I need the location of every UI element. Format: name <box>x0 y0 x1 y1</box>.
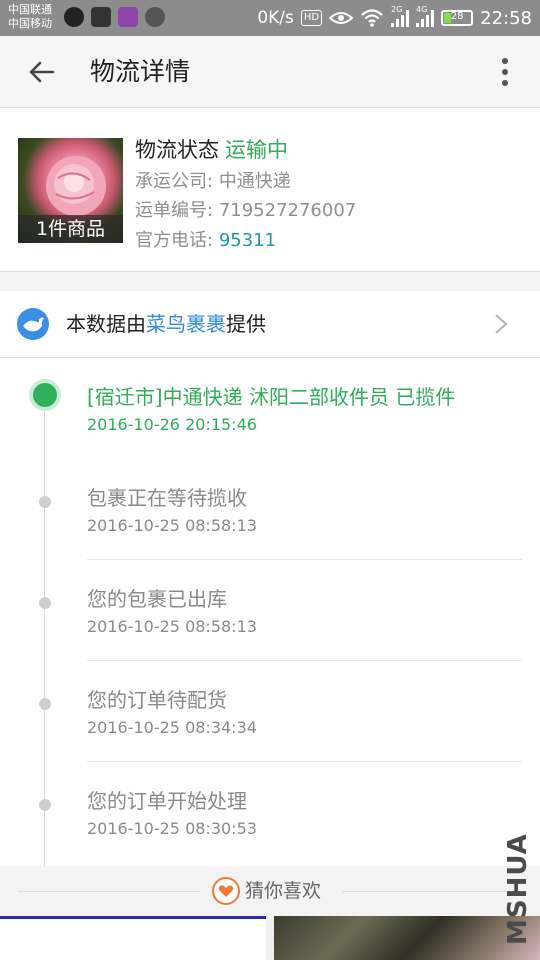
divider-line <box>342 891 522 892</box>
clock: 22:58 <box>480 7 532 29</box>
qq-notification-icon <box>64 7 84 27</box>
timeline-event: [宿迁市]中通快递 沭阳二部收件员 已揽件 2016-10-26 20:15:4… <box>0 358 540 459</box>
event-time: 2016-10-25 08:58:13 <box>87 617 257 636</box>
timeline-dot <box>39 496 51 508</box>
event-description: 您的订单待配货 <box>87 688 227 712</box>
tracking-timeline: [宿迁市]中通快递 沭阳二部收件员 已揽件 2016-10-26 20:15:4… <box>0 358 540 866</box>
data-source-text: 本数据由菜鸟裹裹提供 <box>66 310 266 338</box>
source-prefix: 本数据由 <box>66 312 146 336</box>
source-suffix: 提供 <box>226 312 266 336</box>
event-time: 2016-10-25 08:58:13 <box>87 516 257 535</box>
signal-2g-icon: 2G <box>391 5 410 27</box>
signal-2g-label: 2G <box>391 5 403 14</box>
wifi-icon <box>361 9 383 27</box>
app-notification-icon <box>91 7 111 27</box>
battery-percent: 28 <box>450 11 464 22</box>
timeline-dot <box>39 799 51 811</box>
back-button[interactable] <box>22 52 62 92</box>
event-time: 2016-10-26 20:15:46 <box>87 415 257 434</box>
timeline-current-dot <box>33 383 57 407</box>
cainiao-link[interactable]: 菜鸟裹裹 <box>146 312 226 336</box>
more-options-button[interactable] <box>490 54 520 90</box>
heart-icon <box>212 877 240 905</box>
timeline-dot <box>39 597 51 609</box>
hd-badge: HD <box>300 10 323 26</box>
waybill-label: 运单编号: <box>135 200 214 221</box>
event-description: 您的包裹已出库 <box>87 587 227 611</box>
timeline-dot <box>39 698 51 710</box>
eye-comfort-icon <box>329 12 354 24</box>
timeline-event: 您的订单待配货 2016-10-25 08:34:34 <box>0 661 540 762</box>
carrier-label: 承运公司: <box>135 171 214 192</box>
package-summary: 1件商品 物流状态 运输中 承运公司: 中通快递 运单编号: 7195272760… <box>0 108 540 272</box>
carrier-value: 中通快递 <box>218 171 291 192</box>
phone-link[interactable]: 95311 <box>219 230 276 251</box>
phone-row: 官方电话: 95311 <box>135 228 276 254</box>
cainiao-bird-icon <box>17 308 49 340</box>
signal-4g-icon: 4G <box>416 5 435 27</box>
arrow-left-icon <box>29 61 55 83</box>
event-description: [宿迁市]中通快递 沭阳二部收件员 已揽件 <box>87 385 456 409</box>
timeline-event: 您的订单开始处理 2016-10-25 08:30:53 <box>0 762 540 863</box>
page-title: 物流详情 <box>90 57 191 86</box>
carrier-row: 承运公司: 中通快递 <box>135 169 291 195</box>
carrier-2: 中国移动 <box>8 17 52 30</box>
recommend-title: 猜你喜欢 <box>245 880 322 902</box>
product-card[interactable] <box>0 916 266 960</box>
battery-icon: 28 <box>441 10 474 26</box>
waybill-number: 719527276007 <box>218 200 357 221</box>
timeline-event: 包裹正在等待揽收 2016-10-25 08:58:13 <box>0 459 540 560</box>
network-speed: 0K/s <box>257 8 294 28</box>
app-notification-icon <box>145 7 165 27</box>
event-description: 包裹正在等待揽收 <box>87 486 247 510</box>
signal-4g-label: 4G <box>416 5 428 14</box>
timeline-event: 您的包裹已出库 2016-10-25 08:58:13 <box>0 560 540 661</box>
watermark: MSHUA <box>503 833 533 945</box>
status-value: 运输中 <box>225 138 288 162</box>
phone-label: 官方电话: <box>135 230 214 251</box>
logistics-status: 物流状态 运输中 <box>135 136 288 164</box>
app-notification-icon <box>118 7 138 27</box>
divider-line <box>18 891 200 892</box>
status-bar: 中国联通 中国移动 0K/s HD 2G 4G 28 22:58 <box>0 0 540 36</box>
event-description: 您的订单开始处理 <box>87 789 247 813</box>
app-header: 物流详情 <box>0 36 540 108</box>
chevron-right-icon <box>495 314 508 334</box>
carrier-1: 中国联通 <box>8 3 52 16</box>
event-time: 2016-10-25 08:34:34 <box>87 718 257 737</box>
carrier-labels: 中国联通 中国移动 <box>8 3 52 31</box>
product-card[interactable] <box>274 916 540 960</box>
event-time: 2016-10-25 08:30:53 <box>87 819 257 838</box>
product-thumbnail[interactable]: 1件商品 <box>18 138 123 243</box>
status-label: 物流状态 <box>135 138 219 162</box>
data-source-row[interactable]: 本数据由菜鸟裹裹提供 <box>0 291 540 358</box>
recommendations-header: 猜你喜欢 <box>0 866 540 916</box>
recommended-products <box>0 916 540 960</box>
item-count-caption: 1件商品 <box>18 215 123 243</box>
waybill-row: 运单编号: 719527276007 <box>135 198 356 224</box>
